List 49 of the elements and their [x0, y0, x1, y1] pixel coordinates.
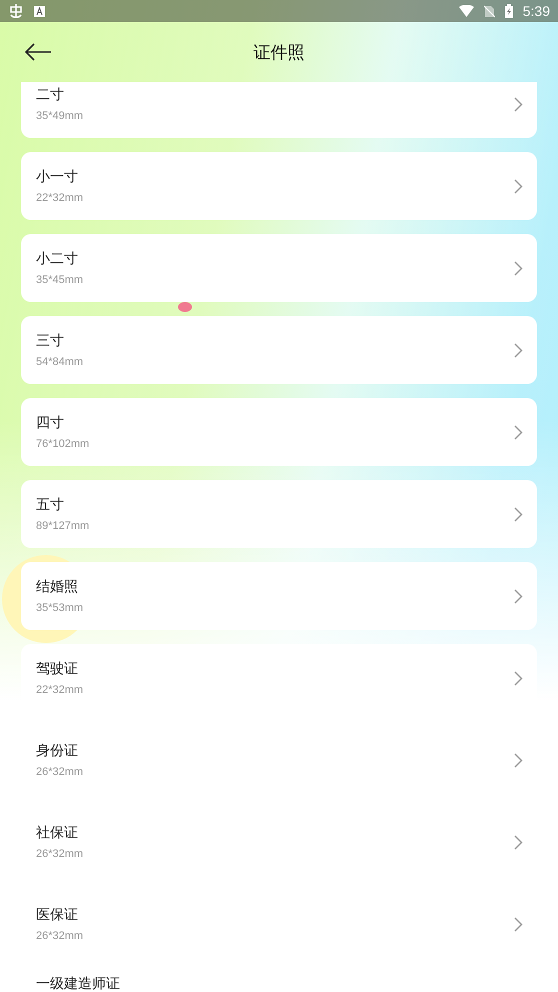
item-size: 22*32mm — [36, 192, 84, 204]
item-name: 一级建造师证 — [36, 975, 121, 992]
no-sim-icon — [484, 4, 495, 18]
status-time: 5:39 — [522, 3, 550, 19]
item-size: 76*102mm — [36, 438, 90, 450]
decor-dot — [178, 302, 192, 312]
item-name: 驾驶证 — [36, 660, 79, 678]
item-name: 四寸 — [36, 414, 65, 432]
item-size: 22*32mm — [36, 684, 84, 696]
chevron-icon — [514, 342, 523, 358]
chevron-icon — [514, 178, 523, 194]
item-name: 小二寸 — [36, 250, 79, 268]
list-item-card[interactable]: 小一寸 22*32mm — [21, 152, 537, 220]
item-name: 二寸 — [36, 86, 65, 104]
item-name: 身份证 — [36, 742, 79, 760]
wifi-icon — [458, 5, 474, 17]
item-name: 五寸 — [36, 496, 65, 514]
list-item-card[interactable]: 结婚照 35*53mm — [21, 562, 537, 630]
page-title: 证件照 — [254, 42, 304, 64]
item-size: 35*53mm — [36, 602, 84, 614]
list-item-card[interactable]: 五寸 89*127mm — [21, 480, 537, 548]
item-name: 医保证 — [36, 906, 79, 924]
item-name: 三寸 — [36, 332, 65, 350]
item-size: 26*32mm — [36, 930, 84, 942]
list-item-card[interactable]: 三寸 54*84mm — [21, 316, 537, 384]
item-size: 54*84mm — [36, 356, 84, 368]
item-size: 26*32mm — [36, 848, 84, 860]
list-item-card[interactable]: 四寸 76*102mm — [21, 398, 537, 466]
chevron-icon — [514, 670, 523, 686]
chevron-icon — [514, 424, 523, 440]
item-name: 社保证 — [36, 824, 79, 842]
chevron-icon — [514, 96, 523, 112]
item-size: 35*45mm — [36, 274, 84, 286]
item-name: 小一寸 — [36, 168, 79, 186]
list-item-card[interactable]: 二寸 35*49mm — [21, 82, 537, 138]
chevron-icon — [514, 752, 523, 768]
chevron-icon — [514, 916, 523, 932]
chevron-icon — [514, 834, 523, 850]
item-name: 结婚照 — [36, 578, 79, 596]
item-size: 26*32mm — [36, 766, 84, 778]
bug-icon — [8, 3, 24, 19]
item-size: 89*127mm — [36, 520, 90, 532]
chevron-icon — [514, 588, 523, 604]
chevron-icon — [514, 506, 523, 522]
list-item-card[interactable]: 小二寸 35*45mm — [21, 234, 537, 302]
item-size: 35*49mm — [36, 110, 84, 122]
battery-icon — [504, 4, 513, 18]
font-icon — [34, 6, 45, 16]
chevron-icon — [514, 260, 523, 276]
